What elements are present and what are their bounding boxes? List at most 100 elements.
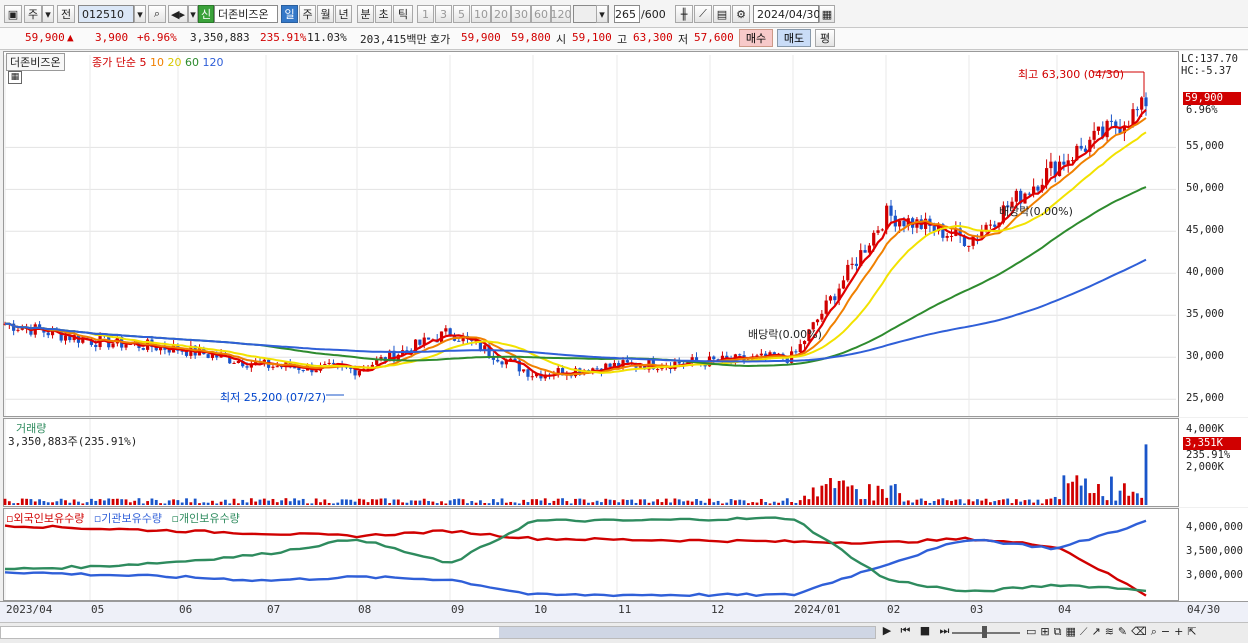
- volume-bar: [543, 498, 547, 505]
- volume-bar: [215, 503, 219, 505]
- holding-lines: [4, 516, 1147, 598]
- scrollbar-track[interactable]: [0, 626, 876, 639]
- last-icon[interactable]: ⏭: [937, 624, 953, 638]
- scrollbar-thumb[interactable]: [499, 627, 875, 638]
- candle-body: [794, 351, 798, 353]
- volume-bar: [963, 503, 966, 505]
- volume-bars: [3, 444, 1148, 505]
- x-tick: 09: [451, 603, 465, 616]
- ray-icon[interactable]: ↗: [1091, 625, 1104, 638]
- volume-bar: [880, 489, 884, 505]
- volume-bar: [941, 498, 945, 505]
- dividend-note-1: 배당락(0.00%): [748, 328, 822, 341]
- volume-bar: [1140, 497, 1144, 505]
- first-icon[interactable]: ⏮: [898, 624, 914, 638]
- volume-bar: [435, 503, 439, 505]
- volume-bar: [427, 501, 430, 505]
- candle-body: [984, 224, 988, 231]
- ma-legend-title: 종가 단순: [92, 56, 136, 69]
- volume-bar: [327, 502, 331, 505]
- candle-body: [608, 363, 612, 367]
- volume-bar: [924, 500, 927, 505]
- volume-bar: [798, 500, 802, 505]
- zoom-in-icon[interactable]: ⌕: [1151, 625, 1161, 638]
- volume-bar: [1135, 493, 1139, 505]
- volume-bar: [889, 485, 893, 505]
- candle-body: [314, 370, 318, 373]
- ma120-label: 120: [202, 56, 224, 69]
- pen-icon[interactable]: ✎: [1118, 625, 1131, 638]
- volume-bar: [375, 499, 379, 505]
- volume-bar: [980, 500, 984, 505]
- volume-bar: [811, 487, 815, 505]
- ma-legend: 종가 단순 5 10 20 60 120: [92, 54, 223, 70]
- volume-bar: [124, 499, 128, 505]
- volume-bar: [824, 484, 828, 505]
- candle-body: [327, 362, 331, 365]
- price-tick: 50,000: [1186, 182, 1224, 195]
- candle-body: [988, 224, 993, 226]
- draw-icon[interactable]: ▭: [1026, 625, 1040, 638]
- hc-label: HC:-5.37: [1181, 65, 1232, 77]
- candle-body: [638, 366, 642, 368]
- volume-bar: [820, 485, 824, 505]
- panel-name[interactable]: 더존비즈온: [6, 53, 65, 71]
- volume-bar: [245, 502, 249, 505]
- plus-icon[interactable]: +: [1174, 625, 1187, 638]
- volume-bar: [522, 499, 526, 505]
- candle-body: [854, 263, 859, 266]
- volume-bar: [1049, 498, 1053, 505]
- candle-body: [232, 362, 236, 364]
- erase-icon[interactable]: ⌫: [1131, 625, 1151, 638]
- volume-bar: [474, 502, 478, 505]
- volume-bar: [911, 502, 915, 505]
- volume-bar: [340, 499, 344, 505]
- stop-icon[interactable]: ■: [917, 624, 933, 637]
- volume-bar: [725, 502, 729, 505]
- volume-bar: [42, 501, 46, 505]
- grid-icon[interactable]: ▦: [1065, 625, 1079, 638]
- volume-bar: [319, 502, 322, 505]
- volume-bar: [919, 498, 923, 505]
- expand-icon[interactable]: ⇱: [1187, 625, 1200, 638]
- volume-bar: [803, 495, 806, 505]
- volume-bar: [1040, 503, 1044, 505]
- volume-bar: [950, 500, 953, 505]
- table-icon[interactable]: ▦: [8, 71, 22, 84]
- minus-icon[interactable]: −: [1161, 625, 1174, 638]
- volume-bar: [1101, 496, 1105, 505]
- line-icon[interactable]: ⟋: [1080, 625, 1092, 638]
- holding-legend: ▫외국인보유수량 ▫기관보유수량 ▫개인보유수량: [6, 510, 240, 526]
- volume-bar: [997, 500, 1001, 505]
- candle-body: [245, 366, 249, 368]
- copy-icon[interactable]: ⧉: [1054, 625, 1066, 638]
- volume-bar: [937, 499, 940, 505]
- play-icon[interactable]: ▶: [880, 624, 894, 637]
- volume-bar: [807, 499, 811, 505]
- volume-bar: [509, 501, 513, 505]
- crosshair-icon[interactable]: ⊞: [1040, 625, 1053, 638]
- volume-bar: [267, 500, 271, 505]
- price-tick: 55,000: [1186, 140, 1224, 153]
- x-tick: 04: [1058, 603, 1072, 616]
- fib-icon[interactable]: ≋: [1105, 625, 1118, 638]
- candle-body: [111, 343, 115, 348]
- volume-bar: [751, 502, 755, 505]
- zoom-slider-handle[interactable]: [982, 626, 987, 638]
- volume-bar: [185, 498, 188, 505]
- volume-bar: [137, 498, 141, 505]
- volume-bar: [643, 499, 647, 505]
- volume-bar: [431, 501, 435, 505]
- volume-bar: [595, 500, 599, 505]
- dividend-note-2: 배당락(0.00%): [999, 205, 1073, 218]
- volume-bar: [859, 499, 863, 505]
- price-tick: 35,000: [1186, 308, 1224, 321]
- volume-bar: [383, 498, 387, 505]
- volume-bar: [1092, 493, 1096, 505]
- volume-bar: [1027, 499, 1031, 505]
- volume-bar: [280, 500, 284, 505]
- volume-bar: [539, 500, 543, 505]
- ma10-line: [4, 117, 1147, 376]
- candle-body: [902, 220, 906, 227]
- candle-body: [16, 329, 20, 331]
